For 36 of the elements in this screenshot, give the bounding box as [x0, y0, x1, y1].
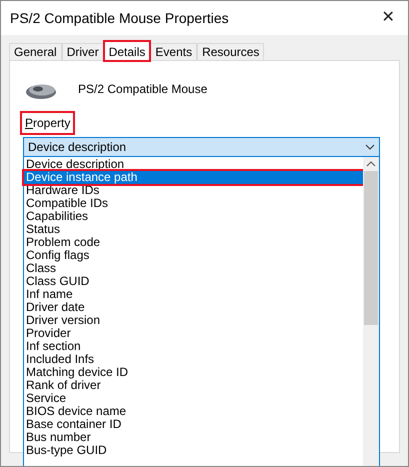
list-option[interactable]: Inf name	[24, 288, 363, 301]
list-option[interactable]: Provider	[24, 327, 363, 340]
list-option[interactable]: Matching device ID	[24, 366, 363, 379]
list-option[interactable]: Base container ID	[24, 418, 363, 431]
list-option[interactable]: Driver version	[24, 314, 363, 327]
scrollbar-thumb[interactable]	[364, 171, 378, 325]
list-option[interactable]: Class	[24, 262, 363, 275]
list-option[interactable]: Class GUID	[24, 275, 363, 288]
list-option[interactable]: Problem code	[24, 236, 363, 249]
list-option[interactable]: Device instance path	[24, 171, 363, 184]
window-title: PS/2 Compatible Mouse Properties	[10, 8, 229, 28]
list-option[interactable]: Config flags	[24, 249, 363, 262]
tab[interactable]: General	[9, 43, 62, 60]
chevron-down-icon	[365, 144, 375, 150]
list-option[interactable]: Hardware IDs	[24, 184, 363, 197]
list-option[interactable]: Bus-type GUID	[24, 444, 363, 457]
list-option[interactable]: Inf section	[24, 340, 363, 353]
list-option[interactable]: Included Infs	[24, 353, 363, 366]
tab[interactable]: Driver	[62, 43, 104, 60]
list-option[interactable]: Compatible IDs	[24, 197, 363, 210]
close-button[interactable]: ✕	[368, 1, 408, 35]
list-option[interactable]: Rank of driver	[24, 379, 363, 392]
property-label: Property	[22, 113, 74, 133]
list-option[interactable]: Bus number	[24, 431, 363, 444]
scrollbar[interactable]	[363, 157, 379, 466]
tab[interactable]: Events	[150, 43, 198, 60]
list-option[interactable]: BIOS device name	[24, 405, 363, 418]
list-option[interactable]: Status	[24, 223, 363, 236]
list-option[interactable]: Driver date	[24, 301, 363, 314]
list-option[interactable]: Capabilities	[24, 210, 363, 223]
list-option[interactable]: Service	[24, 392, 363, 405]
tab[interactable]: Details	[104, 41, 150, 61]
tab[interactable]: Resources	[197, 43, 264, 60]
device-name: PS/2 Compatible Mouse	[78, 81, 208, 98]
list-option[interactable]: Device description	[24, 158, 363, 171]
property-dropdown[interactable]: Device description	[23, 137, 380, 157]
